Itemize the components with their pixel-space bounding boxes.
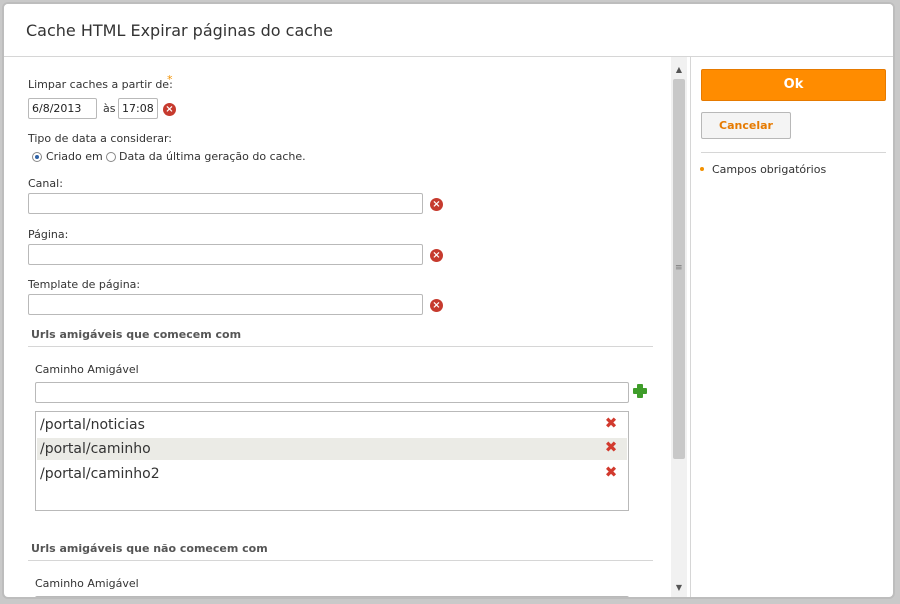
clear-datetime-icon[interactable]: × [163, 103, 176, 116]
url-list: /portal/noticias ✖ /portal/caminho ✖ /po… [35, 411, 629, 511]
radio-created-label: Criado em [46, 150, 103, 163]
clear-from-label: Limpar caches a partir de: [28, 78, 173, 91]
url-text: /portal/caminho [40, 441, 151, 457]
delete-icon[interactable]: ✖ [604, 465, 618, 480]
scroll-thumb[interactable]: ≡ [673, 79, 685, 459]
dialog: Cache HTML Expirar páginas do cache Limp… [2, 2, 895, 599]
list-item[interactable]: /portal/noticias ✖ [37, 414, 627, 436]
channel-input[interactable] [28, 193, 423, 214]
channel-label: Canal: [28, 177, 63, 190]
template-label: Template de página: [28, 278, 141, 291]
url-text: /portal/noticias [40, 417, 145, 433]
section-divider [28, 560, 653, 561]
form-panel: Limpar caches a partir de: * 6/8/2013 às… [4, 57, 690, 597]
page-label: Página: [28, 228, 69, 241]
clear-channel-icon[interactable]: × [430, 198, 443, 211]
list-item[interactable]: /portal/caminho2 ✖ [37, 463, 627, 485]
date-input[interactable]: 6/8/2013 [28, 98, 97, 119]
section-begin-title: Urls amigáveis que comecem com [31, 328, 242, 341]
scroll-down-icon[interactable]: ▼ [671, 581, 687, 595]
radio-last-generation-label: Data da última geração do cache. [119, 150, 306, 163]
date-type-label: Tipo de data a considerar: [28, 132, 172, 145]
list-item[interactable]: /portal/caminho ✖ [37, 438, 627, 460]
vertical-scrollbar[interactable]: ▲ ≡ ▼ [671, 57, 687, 597]
radio-created[interactable] [32, 152, 42, 162]
at-label: às [103, 102, 116, 115]
section-not-begin-title: Urls amigáveis que não comecem com [31, 542, 268, 555]
radio-last-generation[interactable] [106, 152, 116, 162]
template-input[interactable] [28, 294, 423, 315]
path-input-2[interactable] [35, 596, 629, 597]
add-icon[interactable] [632, 383, 648, 399]
url-text: /portal/caminho2 [40, 466, 160, 482]
ok-button[interactable]: Ok [701, 69, 886, 101]
delete-icon[interactable]: ✖ [604, 416, 618, 431]
path-label-2: Caminho Amigável [35, 577, 139, 590]
page-input[interactable] [28, 244, 423, 265]
time-input[interactable]: 17:08 [118, 98, 158, 119]
path-label: Caminho Amigável [35, 363, 139, 376]
side-divider [701, 152, 886, 153]
side-panel: Ok Cancelar Campos obrigatórios [691, 57, 893, 597]
required-mark: * [167, 73, 173, 86]
dialog-title-bar: Cache HTML Expirar páginas do cache [4, 4, 893, 57]
cancel-button[interactable]: Cancelar [701, 112, 791, 139]
path-input[interactable] [35, 382, 629, 403]
section-divider [28, 346, 653, 347]
scroll-up-icon[interactable]: ▲ [671, 63, 687, 77]
dialog-title: Cache HTML Expirar páginas do cache [26, 21, 334, 40]
delete-icon[interactable]: ✖ [604, 440, 618, 455]
clear-template-icon[interactable]: × [430, 299, 443, 312]
clear-page-icon[interactable]: × [430, 249, 443, 262]
grip-icon: ≡ [675, 263, 683, 273]
required-fields-note: Campos obrigatórios [712, 163, 827, 176]
required-bullet-icon [700, 167, 704, 171]
